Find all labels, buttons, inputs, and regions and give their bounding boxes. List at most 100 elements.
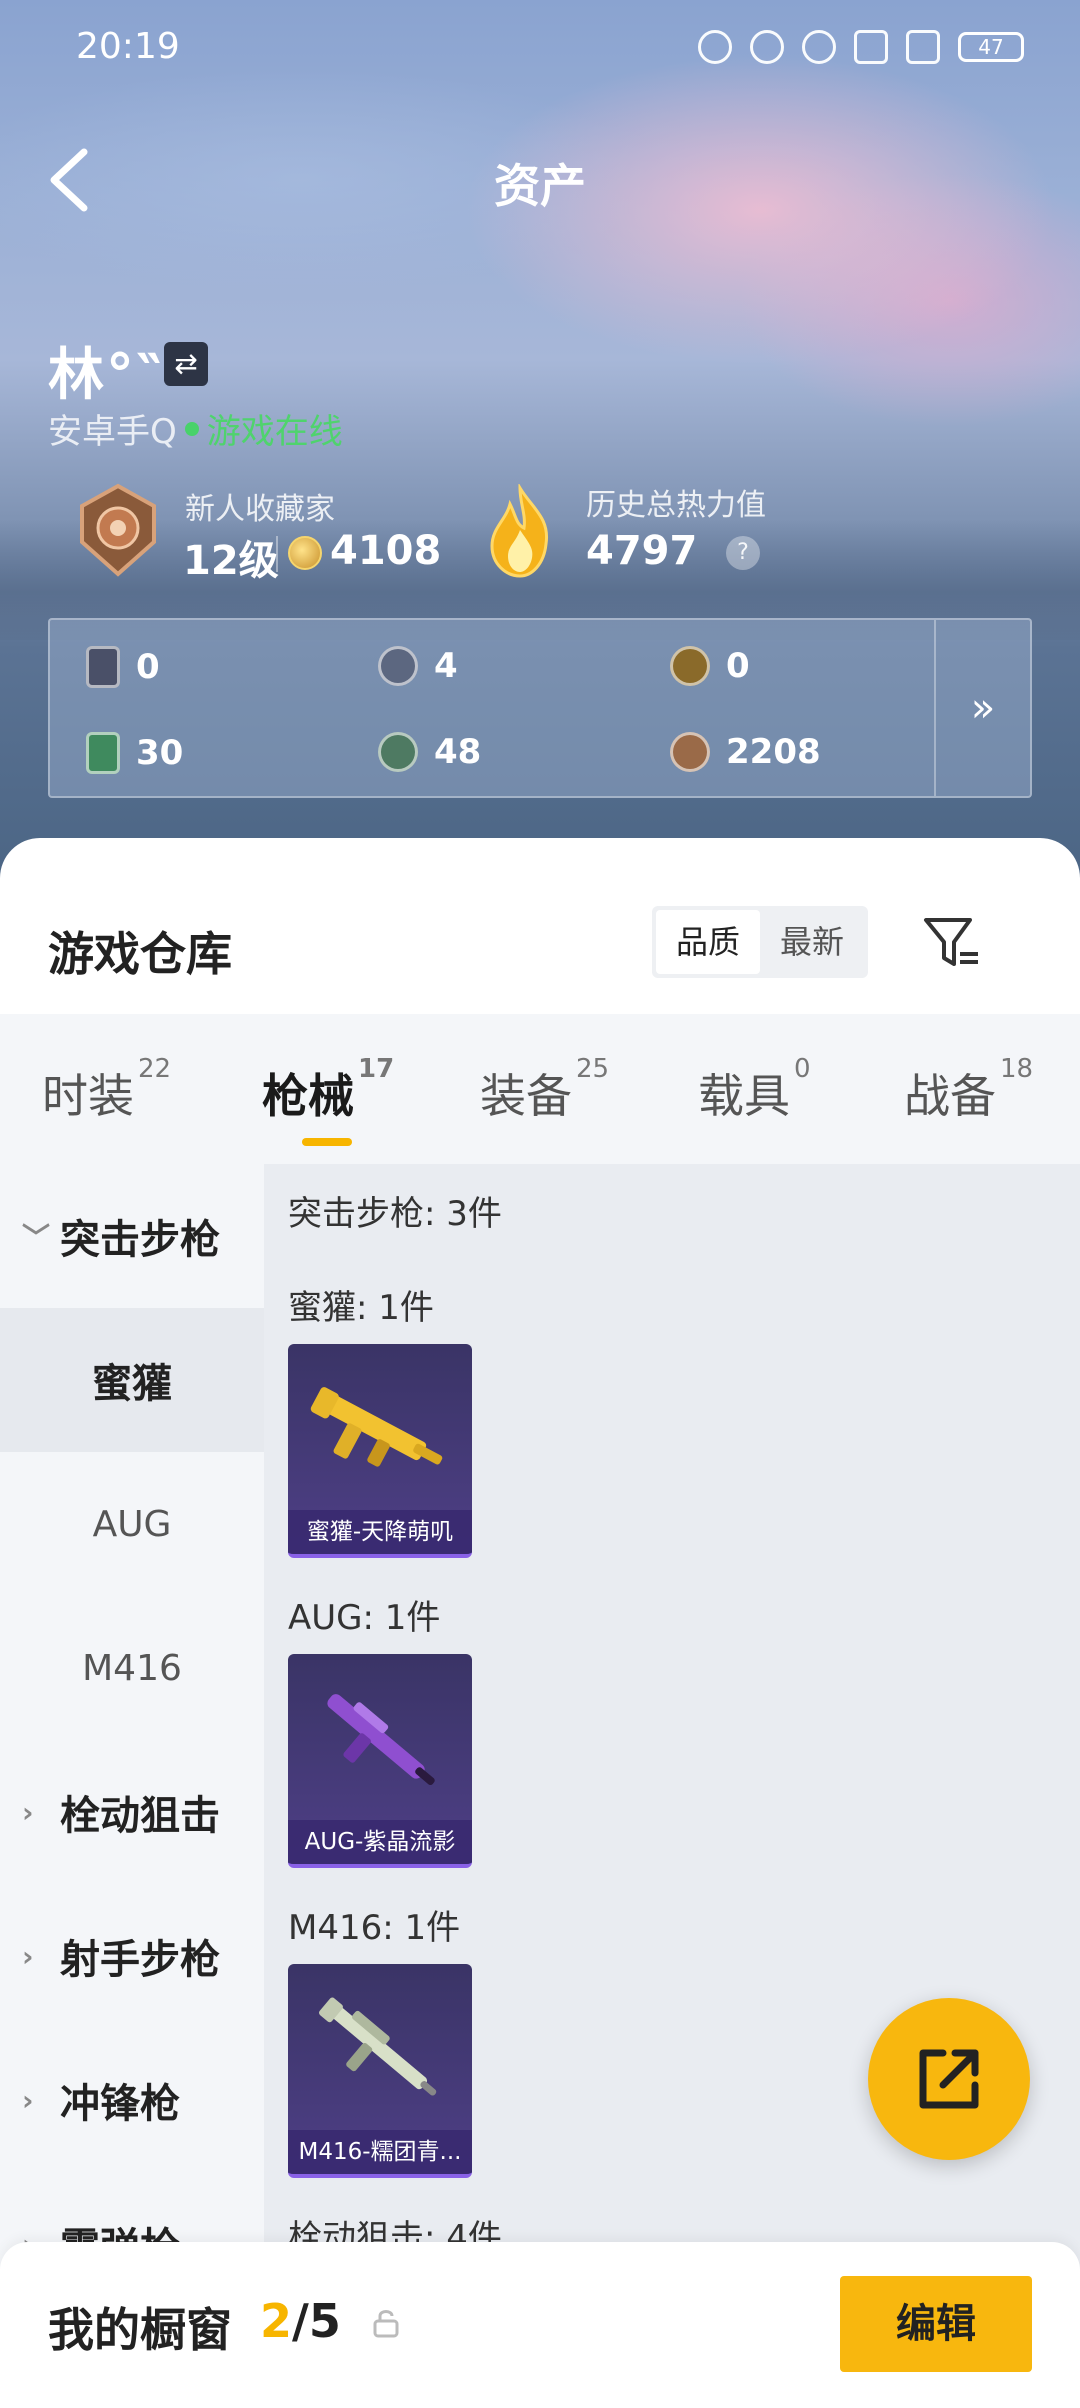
showcase-current: 2 (260, 2294, 293, 2348)
tab-label: 时装 (42, 1069, 134, 1123)
tab-count: 25 (576, 1054, 610, 1084)
weapon-skin-name: AUG-紫晶流影 (288, 1820, 472, 1864)
mute-icon (750, 30, 784, 64)
sidebar-item-m416[interactable]: M416 (0, 1596, 264, 1740)
active-tab-indicator (302, 1138, 352, 1146)
currency-value: 2208 (726, 732, 821, 772)
flame-icon (490, 484, 549, 578)
share-fab-button[interactable] (868, 1998, 1030, 2160)
weapon-skin-name: 蜜獾-天降萌叽 (288, 1510, 472, 1554)
sort-toggle: 品质 最新 (652, 906, 868, 978)
online-dot-icon (184, 421, 199, 436)
battery-icon: 47 (958, 32, 1024, 62)
sidebar-item-label: 栓动狙击 (60, 1793, 220, 1839)
coin-icon (288, 536, 322, 570)
rifle-icon (310, 1387, 443, 1467)
chevron-right-icon: › (22, 1795, 34, 1829)
currency-value: 4 (434, 646, 458, 686)
weapon-list: 突击步枪: 3件 蜜獾: 1件 蜜獾-天降萌叽 AUG: 1件 AUG-紫晶流影… (264, 1164, 1080, 2408)
help-icon[interactable]: ? (726, 536, 760, 570)
platform-label: 安卓手Q (48, 412, 177, 452)
weapon-skin-name: M416-糯团青... (288, 2130, 472, 2174)
chevron-right-icon: › (22, 1939, 34, 1973)
page-title: 资产 (494, 159, 586, 213)
divider (276, 536, 278, 572)
status-time: 20:19 (76, 26, 180, 67)
sidebar-item-label: 突击步枪 (60, 1217, 220, 1263)
chevron-right-icon: › (22, 2083, 34, 2117)
tab-label: 载具 (698, 1069, 790, 1123)
currency-item: 30 (86, 732, 183, 774)
share-external-icon (919, 2049, 979, 2109)
rifle-icon (327, 1694, 435, 1786)
warehouse-title: 游戏仓库 (48, 927, 232, 981)
tab-count: 0 (794, 1054, 811, 1084)
currency-item: 4 (378, 646, 458, 686)
sidebar-item-label: 蜜獾 (92, 1361, 172, 1407)
rifle-icon (319, 1997, 437, 2096)
filter-icon[interactable] (920, 912, 982, 974)
collector-level: 12级 (183, 538, 279, 584)
status-bar: 20:19 47 (0, 0, 1080, 96)
player-name: 林°‶ (48, 343, 164, 408)
medal-silver-icon (378, 646, 418, 686)
currency-value: 0 (726, 646, 750, 686)
bronze-orb-icon (670, 732, 710, 772)
currency-value: 48 (434, 732, 482, 772)
tab-supplies[interactable]: 战备 18 (904, 1054, 1033, 1126)
currency-value: 30 (136, 733, 184, 773)
green-card-icon (86, 732, 120, 774)
profile-header: 20:19 47 资产 林°‶ ⇄ 安卓手Q 游戏在线 新人收藏家 12级 41… (0, 0, 1080, 900)
heat-title: 历史总热力值 (586, 488, 766, 523)
weapon-skin-card[interactable]: AUG-紫晶流影 (288, 1654, 472, 1868)
currency-item: 0 (670, 646, 750, 686)
sidebar-item-label: 冲锋枪 (60, 2081, 180, 2127)
tab-count: 18 (1000, 1054, 1034, 1084)
sidebar-category-marksman-rifle[interactable]: › 射手步枪 (0, 1884, 264, 2028)
sidebar-item-label: 射手步枪 (60, 1937, 220, 1983)
lock-icon (373, 2310, 399, 2338)
sidebar-category-assault-rifle[interactable]: ﹀ 突击步枪 (0, 1164, 264, 1308)
currency-panel: 0 4 0 30 48 2208 » (48, 618, 1032, 798)
sidebar-item-aug[interactable]: AUG (0, 1452, 264, 1596)
online-status: 游戏在线 (206, 412, 343, 452)
heat-value: 4797 (586, 528, 698, 574)
tab-label: 枪械 (262, 1069, 354, 1123)
weapon-skin-card[interactable]: M416-糯团青... (288, 1964, 472, 2178)
group-heading: M416: 1件 (288, 1908, 461, 1948)
status-icons: 47 (698, 30, 1024, 64)
signal-icon (906, 30, 940, 64)
collector-medal-icon[interactable] (74, 482, 162, 578)
group-heading: AUG: 1件 (288, 1598, 441, 1638)
edit-showcase-button[interactable]: 编辑 (840, 2276, 1032, 2372)
collector-title: 新人收藏家 (185, 492, 335, 527)
tab-label: 战备 (904, 1069, 996, 1123)
currency-item: 2208 (670, 732, 821, 772)
currency-grid: 0 4 0 30 48 2208 (50, 620, 936, 796)
collector-points: 4108 (330, 528, 442, 574)
currency-more-button[interactable]: » (934, 620, 1030, 796)
tab-count: 22 (138, 1054, 172, 1084)
showcase-label: 我的橱窗 (48, 2303, 232, 2357)
sort-by-newest[interactable]: 最新 (760, 910, 864, 974)
sidebar-item-honey-badger[interactable]: 蜜獾 (0, 1308, 264, 1452)
alarm-icon (698, 30, 732, 64)
weapon-category-sidebar: ﹀ 突击步枪 蜜獾 AUG M416 › 栓动狙击 › 射手步枪 › 冲锋枪 ›… (0, 1164, 264, 2408)
sidebar-category-smg[interactable]: › 冲锋枪 (0, 2028, 264, 2172)
sidebar-category-bolt-sniper[interactable]: › 栓动狙击 (0, 1740, 264, 1884)
showcase-total: /5 (292, 2294, 341, 2348)
tab-firearms[interactable]: 枪械 17 (262, 1054, 394, 1126)
sort-by-quality[interactable]: 品质 (656, 910, 760, 974)
double-chevron-right-icon: » (970, 685, 996, 731)
green-orb-icon (378, 732, 418, 772)
currency-value: 0 (136, 647, 160, 687)
tab-count: 17 (358, 1054, 395, 1084)
card-icon (86, 646, 120, 688)
tab-equipment[interactable]: 装备 25 (480, 1054, 609, 1126)
switch-account-icon[interactable]: ⇄ (164, 342, 208, 386)
group-heading: 蜜獾: 1件 (288, 1288, 434, 1328)
tab-vehicles[interactable]: 载具 0 (698, 1054, 811, 1126)
weapon-skin-card[interactable]: 蜜獾-天降萌叽 (288, 1344, 472, 1558)
tab-outfit[interactable]: 时装 22 (42, 1054, 171, 1126)
section-heading: 突击步枪: 3件 (288, 1194, 502, 1234)
